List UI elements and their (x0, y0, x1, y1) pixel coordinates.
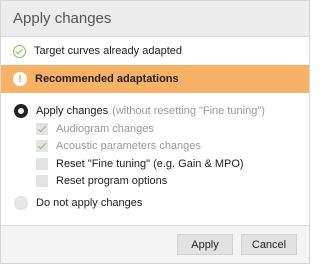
dialog-title-bar: Apply changes (1, 1, 309, 37)
acoustic-parameters-checkbox[interactable] (36, 140, 48, 153)
dialog-footer: Apply Cancel (1, 225, 309, 263)
do-not-apply-radio[interactable] (14, 196, 28, 210)
do-not-apply-radio-row[interactable]: Do not apply changes (1, 194, 309, 212)
check-row-acoustic[interactable]: Acoustic parameters changes (36, 138, 309, 156)
status-row: Target curves already adapted (1, 37, 309, 65)
apply-changes-radio[interactable] (14, 104, 28, 118)
apply-changes-hint: (without resetting "Fine tuning") (112, 105, 265, 117)
check-label: Reset program options (56, 175, 168, 188)
reset-program-options-checkbox[interactable] (36, 175, 48, 188)
options-group: Apply changes (without resetting "Fine t… (1, 93, 309, 212)
check-label: Acoustic parameters changes (56, 140, 201, 153)
exclamation-icon: ! (13, 72, 27, 86)
check-row-audiogram[interactable]: Audiogram changes (36, 120, 309, 138)
dialog-title: Apply changes (13, 10, 112, 27)
warning-text: Recommended adaptations (35, 73, 179, 85)
apply-changes-label: Apply changes (36, 105, 109, 117)
apply-button[interactable]: Apply (177, 234, 233, 255)
do-not-apply-label: Do not apply changes (36, 197, 143, 209)
check-row-reset-fine-tuning[interactable]: Reset "Fine tuning" (e.g. Gain & MPO) (36, 155, 309, 173)
apply-changes-radio-row[interactable]: Apply changes (without resetting "Fine t… (1, 102, 309, 120)
check-circle-icon (13, 44, 26, 58)
apply-options-list: Audiogram changes Acoustic parameters ch… (1, 120, 309, 190)
audiogram-changes-checkbox[interactable] (36, 122, 48, 135)
reset-fine-tuning-checkbox[interactable] (36, 157, 48, 170)
status-text: Target curves already adapted (34, 45, 182, 57)
check-row-reset-program-options[interactable]: Reset program options (36, 173, 309, 191)
recommended-adaptations-banner: ! Recommended adaptations (1, 65, 309, 93)
check-label: Reset "Fine tuning" (e.g. Gain & MPO) (56, 157, 244, 170)
apply-changes-dialog: Apply changes Target curves already adap… (0, 0, 310, 264)
cancel-button[interactable]: Cancel (241, 234, 297, 255)
check-label: Audiogram changes (56, 122, 154, 135)
